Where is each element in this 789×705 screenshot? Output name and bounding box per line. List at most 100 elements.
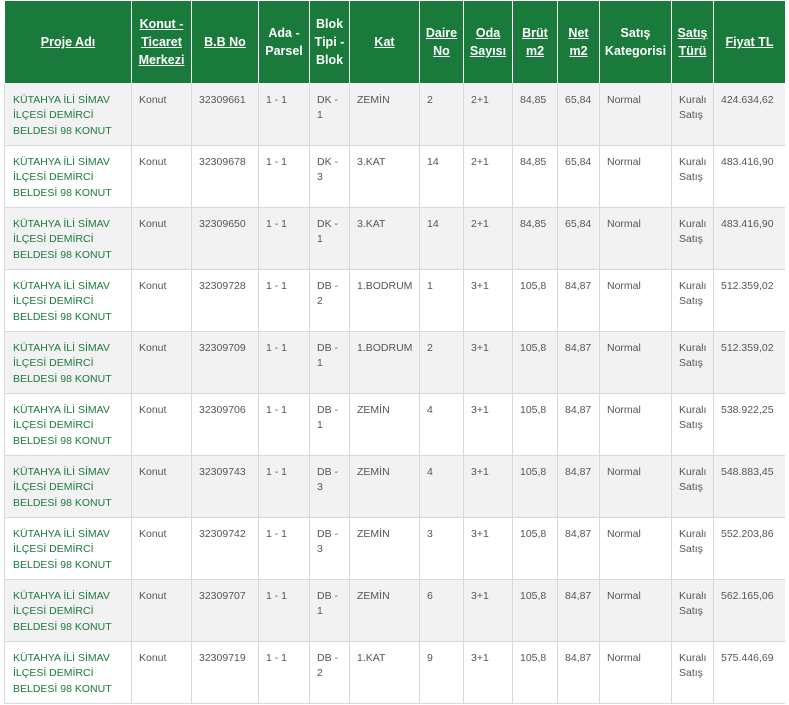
cell-daire-no: 4	[419, 393, 464, 456]
table-row[interactable]: KÜTAHYA İLİ SİMAV İLÇESİ DEMİRCİ BELDESİ…	[4, 393, 786, 456]
cell-oda: 3+1	[463, 331, 513, 394]
cell-satis-turu: Kuralı Satış	[671, 331, 714, 394]
cell-net: 65,84	[557, 145, 600, 208]
table-row[interactable]: KÜTAHYA İLİ SİMAV İLÇESİ DEMİRCİ BELDESİ…	[4, 83, 786, 146]
cell-fiyat: 562.165,06	[713, 579, 786, 642]
cell-bb-no: 32309742	[191, 517, 259, 580]
cell-daire-no: 1	[419, 269, 464, 332]
cell-brut: 84,85	[512, 83, 558, 146]
cell-kat: ZEMİN	[349, 579, 420, 642]
header-daire-no[interactable]: Daire No	[419, 0, 464, 84]
cell-brut: 105,8	[512, 393, 558, 456]
cell-daire-no: 2	[419, 83, 464, 146]
table-body: KÜTAHYA İLİ SİMAV İLÇESİ DEMİRCİ BELDESİ…	[4, 83, 786, 704]
cell-brut: 105,8	[512, 579, 558, 642]
table-row[interactable]: KÜTAHYA İLİ SİMAV İLÇESİ DEMİRCİ BELDESİ…	[4, 641, 786, 704]
cell-ada-parsel: 1 - 1	[258, 83, 310, 146]
cell-blok: DK - 1	[309, 83, 350, 146]
cell-satis-kat: Normal	[599, 455, 672, 518]
scroll-edge	[785, 0, 789, 705]
cell-satis-turu: Kuralı Satış	[671, 455, 714, 518]
cell-fiyat: 512.359,02	[713, 331, 786, 394]
cell-oda: 3+1	[463, 393, 513, 456]
cell-brut: 105,8	[512, 641, 558, 704]
cell-fiyat: 483.416,90	[713, 207, 786, 270]
cell-oda: 3+1	[463, 641, 513, 704]
cell-satis-turu: Kuralı Satış	[671, 517, 714, 580]
cell-satis-kat: Normal	[599, 331, 672, 394]
cell-ada-parsel: 1 - 1	[258, 207, 310, 270]
cell-net: 84,87	[557, 269, 600, 332]
table-row[interactable]: KÜTAHYA İLİ SİMAV İLÇESİ DEMİRCİ BELDESİ…	[4, 207, 786, 270]
cell-konut-ticaret: Konut	[131, 579, 192, 642]
cell-kat: 1.KAT	[349, 641, 420, 704]
header-fiyat[interactable]: Fiyat TL	[713, 0, 786, 84]
cell-ada-parsel: 1 - 1	[258, 331, 310, 394]
header-kat[interactable]: Kat	[349, 0, 420, 84]
table-row[interactable]: KÜTAHYA İLİ SİMAV İLÇESİ DEMİRCİ BELDESİ…	[4, 145, 786, 208]
header-brut-m2[interactable]: Brüt m2	[512, 0, 558, 84]
cell-blok: DB - 3	[309, 455, 350, 518]
table-row[interactable]: KÜTAHYA İLİ SİMAV İLÇESİ DEMİRCİ BELDESİ…	[4, 331, 786, 394]
cell-kat: 1.BODRUM	[349, 269, 420, 332]
cell-satis-turu: Kuralı Satış	[671, 269, 714, 332]
table-row[interactable]: KÜTAHYA İLİ SİMAV İLÇESİ DEMİRCİ BELDESİ…	[4, 579, 786, 642]
cell-bb-no: 32309661	[191, 83, 259, 146]
cell-ada-parsel: 1 - 1	[258, 517, 310, 580]
cell-fiyat: 548.883,45	[713, 455, 786, 518]
header-blok: Blok Tipi - Blok	[309, 0, 350, 84]
cell-kat: ZEMİN	[349, 393, 420, 456]
cell-bb-no: 32309709	[191, 331, 259, 394]
cell-fiyat: 538.922,25	[713, 393, 786, 456]
cell-bb-no: 32309728	[191, 269, 259, 332]
cell-satis-kat: Normal	[599, 207, 672, 270]
cell-satis-turu: Kuralı Satış	[671, 83, 714, 146]
cell-blok: DB - 2	[309, 641, 350, 704]
cell-blok: DB - 1	[309, 331, 350, 394]
cell-ada-parsel: 1 - 1	[258, 393, 310, 456]
header-satis-kategorisi: Satış Kategorisi	[599, 0, 672, 84]
cell-net: 84,87	[557, 393, 600, 456]
cell-kat: 3.KAT	[349, 145, 420, 208]
header-satis-turu[interactable]: Satış Türü	[671, 0, 714, 84]
cell-net: 84,87	[557, 455, 600, 518]
cell-fiyat: 575.446,69	[713, 641, 786, 704]
header-net-m2[interactable]: Net m2	[557, 0, 600, 84]
cell-fiyat: 483.416,90	[713, 145, 786, 208]
cell-ada-parsel: 1 - 1	[258, 641, 310, 704]
header-proje-adi[interactable]: Proje Adı	[4, 0, 132, 84]
cell-kat: ZEMİN	[349, 455, 420, 518]
cell-oda: 3+1	[463, 455, 513, 518]
cell-ada-parsel: 1 - 1	[258, 579, 310, 642]
cell-konut-ticaret: Konut	[131, 517, 192, 580]
cell-kat: ZEMİN	[349, 517, 420, 580]
table-row[interactable]: KÜTAHYA İLİ SİMAV İLÇESİ DEMİRCİ BELDESİ…	[4, 517, 786, 580]
cell-daire-no: 6	[419, 579, 464, 642]
cell-blok: DB - 2	[309, 269, 350, 332]
header-oda-sayisi[interactable]: Oda Sayısı	[463, 0, 513, 84]
cell-brut: 84,85	[512, 207, 558, 270]
cell-daire-no: 9	[419, 641, 464, 704]
cell-satis-kat: Normal	[599, 269, 672, 332]
cell-net: 65,84	[557, 207, 600, 270]
cell-konut-ticaret: Konut	[131, 331, 192, 394]
cell-kat: 3.KAT	[349, 207, 420, 270]
cell-ada-parsel: 1 - 1	[258, 145, 310, 208]
cell-proje-adi: KÜTAHYA İLİ SİMAV İLÇESİ DEMİRCİ BELDESİ…	[4, 269, 132, 332]
header-konut-ticaret[interactable]: Konut - Ticaret Merkezi	[131, 0, 192, 84]
cell-oda: 3+1	[463, 517, 513, 580]
cell-konut-ticaret: Konut	[131, 145, 192, 208]
cell-konut-ticaret: Konut	[131, 269, 192, 332]
cell-ada-parsel: 1 - 1	[258, 269, 310, 332]
table-row[interactable]: KÜTAHYA İLİ SİMAV İLÇESİ DEMİRCİ BELDESİ…	[4, 455, 786, 518]
housing-table: Proje Adı Konut - Ticaret Merkezi B.B No…	[4, 0, 786, 704]
cell-proje-adi: KÜTAHYA İLİ SİMAV İLÇESİ DEMİRCİ BELDESİ…	[4, 331, 132, 394]
cell-satis-turu: Kuralı Satış	[671, 579, 714, 642]
cell-oda: 3+1	[463, 269, 513, 332]
header-bb-no[interactable]: B.B No	[191, 0, 259, 84]
listing-page: Proje Adı Konut - Ticaret Merkezi B.B No…	[0, 0, 789, 705]
table-row[interactable]: KÜTAHYA İLİ SİMAV İLÇESİ DEMİRCİ BELDESİ…	[4, 269, 786, 332]
cell-konut-ticaret: Konut	[131, 207, 192, 270]
cell-bb-no: 32309719	[191, 641, 259, 704]
cell-net: 84,87	[557, 641, 600, 704]
